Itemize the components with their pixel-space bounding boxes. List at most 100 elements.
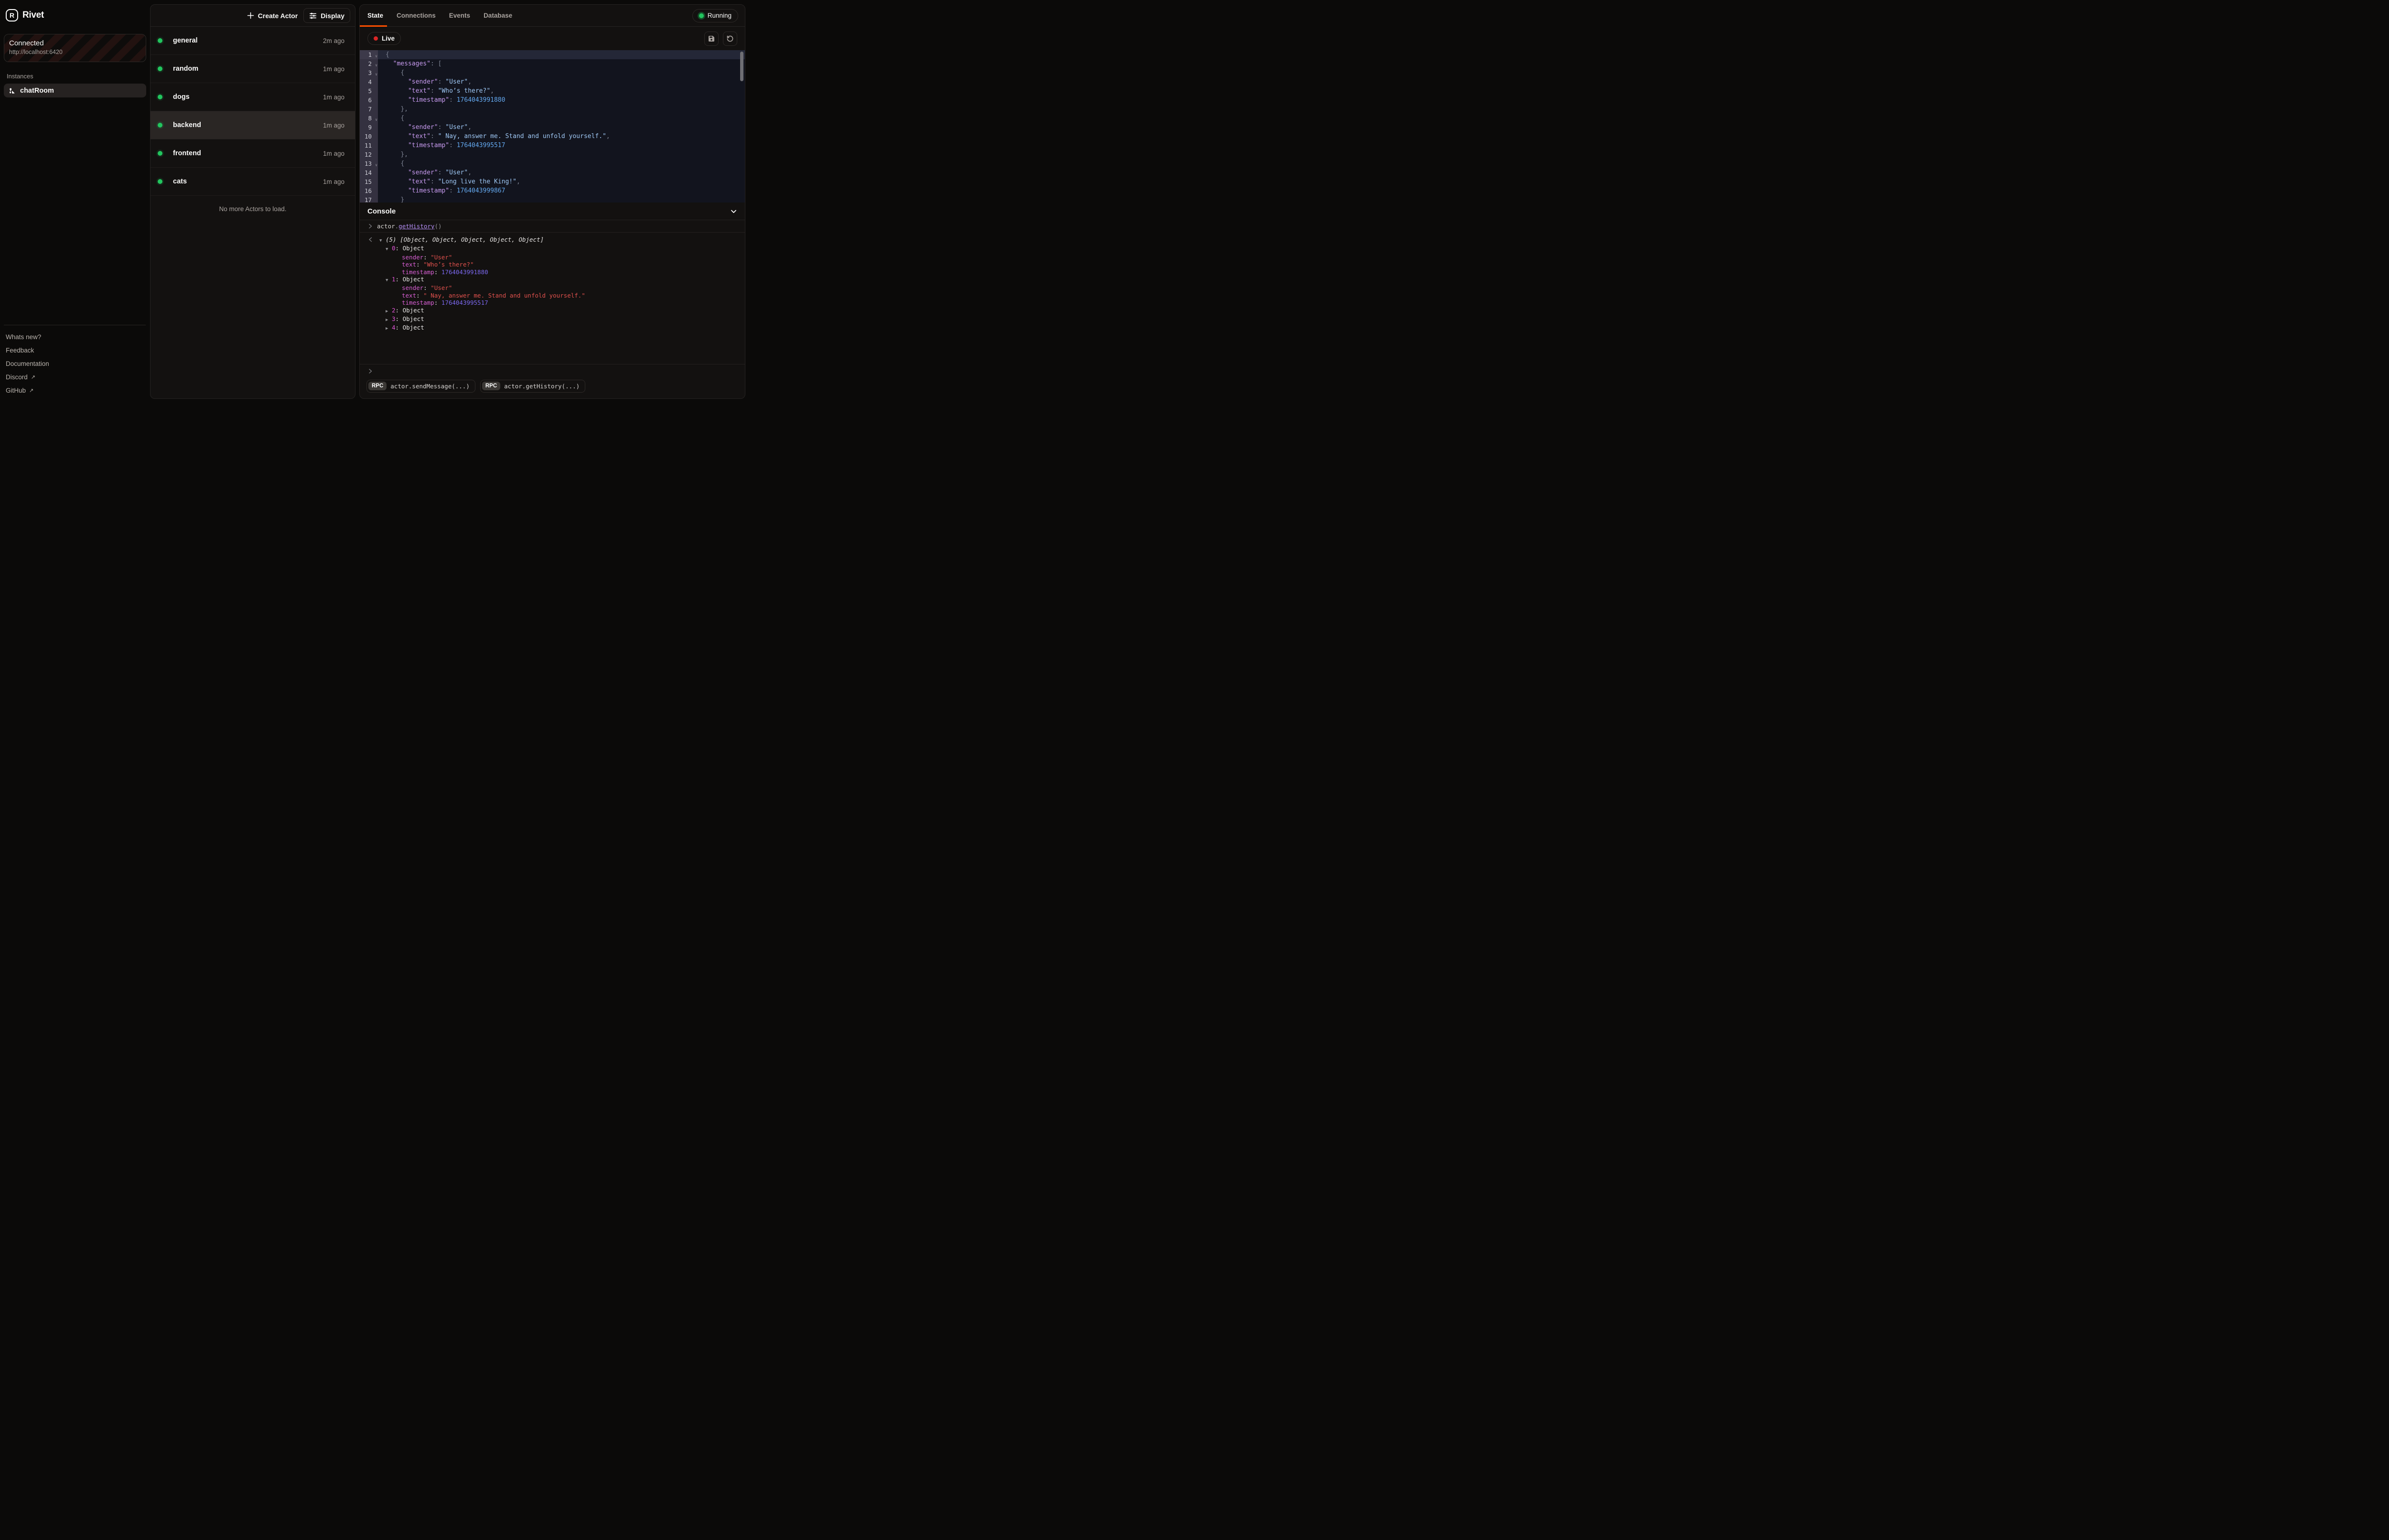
code-line: "messages": [: [378, 59, 745, 68]
running-dot-icon: [699, 13, 704, 18]
console-tree-row: ▼1: Object: [360, 276, 745, 284]
actor-last-seen: 1m ago: [323, 65, 344, 73]
editor-scrollbar[interactable]: [740, 52, 743, 81]
line-number: 4: [360, 77, 378, 86]
sidebar-link-whatsnew[interactable]: Whats new?: [4, 330, 146, 343]
tab-events[interactable]: Events: [449, 12, 470, 19]
actor-row[interactable]: backend1m ago: [151, 111, 355, 139]
actor-status-icon: [158, 66, 162, 71]
actor-row[interactable]: cats1m ago: [151, 168, 355, 196]
line-number: 7: [360, 105, 378, 114]
actor-status-icon: [158, 95, 162, 99]
collapse-arrow-icon[interactable]: ▶: [386, 325, 392, 332]
chevron-down-icon[interactable]: [730, 208, 737, 215]
console-tree-row: sender: "User": [360, 284, 745, 291]
rpc-badge: RPC: [368, 382, 387, 390]
actor-name: frontend: [173, 150, 323, 157]
live-badge[interactable]: Live: [367, 32, 401, 45]
line-number: 14: [360, 168, 378, 177]
save-button[interactable]: [704, 32, 719, 46]
brand[interactable]: R Rivet: [4, 0, 146, 21]
line-number: 8∨: [360, 114, 378, 123]
line-number: 13∨: [360, 159, 378, 168]
line-number: 9: [360, 123, 378, 132]
rpc-signature: actor.sendMessage(...): [390, 383, 470, 390]
code-line: },: [378, 105, 745, 114]
console-input[interactable]: [360, 364, 745, 377]
code-line: {: [378, 159, 745, 168]
code-line: }: [378, 195, 745, 203]
actor-name: general: [173, 37, 323, 44]
rpc-shortcut-button[interactable]: RPCactor.getHistory(...): [480, 380, 585, 393]
console-tree-row: ▶4: Object: [360, 324, 745, 332]
actor-last-seen: 1m ago: [323, 150, 344, 157]
editor-gutter: 1∨2∨3∨45678∨910111213∨14151617: [360, 50, 378, 203]
collapse-arrow-icon[interactable]: ▶: [386, 308, 392, 315]
instances-label: Instances: [7, 73, 143, 80]
sidebar: R Rivet Connected http://localhost:6420 …: [0, 0, 150, 404]
expand-arrow-icon[interactable]: ▼: [379, 237, 386, 245]
line-number: 11: [360, 141, 378, 150]
rivet-logo-icon: R: [6, 9, 18, 21]
code-line: },: [378, 150, 745, 159]
line-number: 6: [360, 96, 378, 105]
console-header[interactable]: Console: [360, 203, 745, 220]
console-results: ▼(5) [Object, Object, Object, Object, Ob…: [360, 233, 745, 364]
code-line: "text": "Who’s there?",: [378, 86, 745, 96]
connection-status-card[interactable]: Connected http://localhost:6420: [4, 34, 146, 62]
editor-code: { "messages": [ { "sender": "User", "tex…: [378, 50, 745, 203]
code-line: "sender": "User",: [378, 168, 745, 177]
actor-last-seen: 2m ago: [323, 37, 344, 44]
code-line: "timestamp": 1764043999867: [378, 186, 745, 195]
actor-status-icon: [158, 123, 162, 128]
tab-connections[interactable]: Connections: [397, 12, 436, 19]
console-tree-row: text: "Who’s there?": [360, 261, 745, 268]
actor-name: random: [173, 65, 323, 73]
actor-row[interactable]: random1m ago: [151, 55, 355, 83]
actor-row[interactable]: general2m ago: [151, 27, 355, 55]
actor-name: cats: [173, 178, 323, 185]
actors-panel: Create Actor Display general2m agorandom…: [150, 4, 355, 399]
rpc-shortcut-button[interactable]: RPCactor.sendMessage(...): [366, 380, 475, 393]
console-tree-row: timestamp: 1764043991880: [360, 268, 745, 276]
external-link-icon: ↗: [31, 374, 35, 380]
state-toolbar: Live: [360, 27, 745, 50]
sidebar-item-chatroom[interactable]: chatRoom: [4, 84, 146, 97]
line-number: 2∨: [360, 59, 378, 68]
reset-button[interactable]: [723, 32, 737, 46]
display-button[interactable]: Display: [303, 8, 350, 23]
line-number: 5: [360, 86, 378, 96]
actors-header: Create Actor Display: [151, 5, 355, 27]
sidebar-link-documentation[interactable]: Documentation: [4, 357, 146, 370]
rotate-ccw-icon: [726, 35, 734, 43]
actor-row[interactable]: frontend1m ago: [151, 139, 355, 168]
inspector-tabbar: State Connections Events Database Running: [360, 5, 745, 27]
actor-row[interactable]: dogs1m ago: [151, 83, 355, 111]
status-badge[interactable]: Running: [692, 9, 738, 22]
tab-database[interactable]: Database: [484, 12, 512, 19]
console-tree-row: ▼0: Object: [360, 245, 745, 253]
actor-status-icon: [158, 151, 162, 156]
live-dot-icon: [374, 36, 378, 41]
line-number: 12: [360, 150, 378, 159]
sidebar-link-feedback[interactable]: Feedback: [4, 343, 146, 357]
state-json-editor[interactable]: 1∨2∨3∨45678∨910111213∨14151617 { "messag…: [360, 50, 745, 203]
console-tree-row: text: " Nay, answer me. Stand and unfold…: [360, 292, 745, 299]
brand-name: Rivet: [22, 10, 44, 21]
line-number: 16: [360, 186, 378, 195]
expand-arrow-icon[interactable]: ▼: [386, 277, 392, 284]
tab-state[interactable]: State: [367, 12, 383, 19]
expand-arrow-icon[interactable]: ▼: [386, 246, 392, 253]
console-tree-row: ▶2: Object: [360, 307, 745, 315]
create-actor-button[interactable]: Create Actor: [247, 12, 298, 20]
sidebar-link-discord[interactable]: Discord↗: [4, 370, 146, 384]
sidebar-link-github[interactable]: GitHub↗: [4, 384, 146, 397]
actor-name: dogs: [173, 93, 323, 101]
line-number: 10: [360, 132, 378, 141]
collapse-arrow-icon[interactable]: ▶: [386, 317, 392, 324]
chevron-right-icon: [368, 224, 373, 229]
rpc-badge: RPC: [482, 382, 500, 390]
chevron-left-icon: [368, 237, 373, 242]
code-line: "timestamp": 1764043995517: [378, 141, 745, 150]
actor-last-seen: 1m ago: [323, 178, 344, 185]
